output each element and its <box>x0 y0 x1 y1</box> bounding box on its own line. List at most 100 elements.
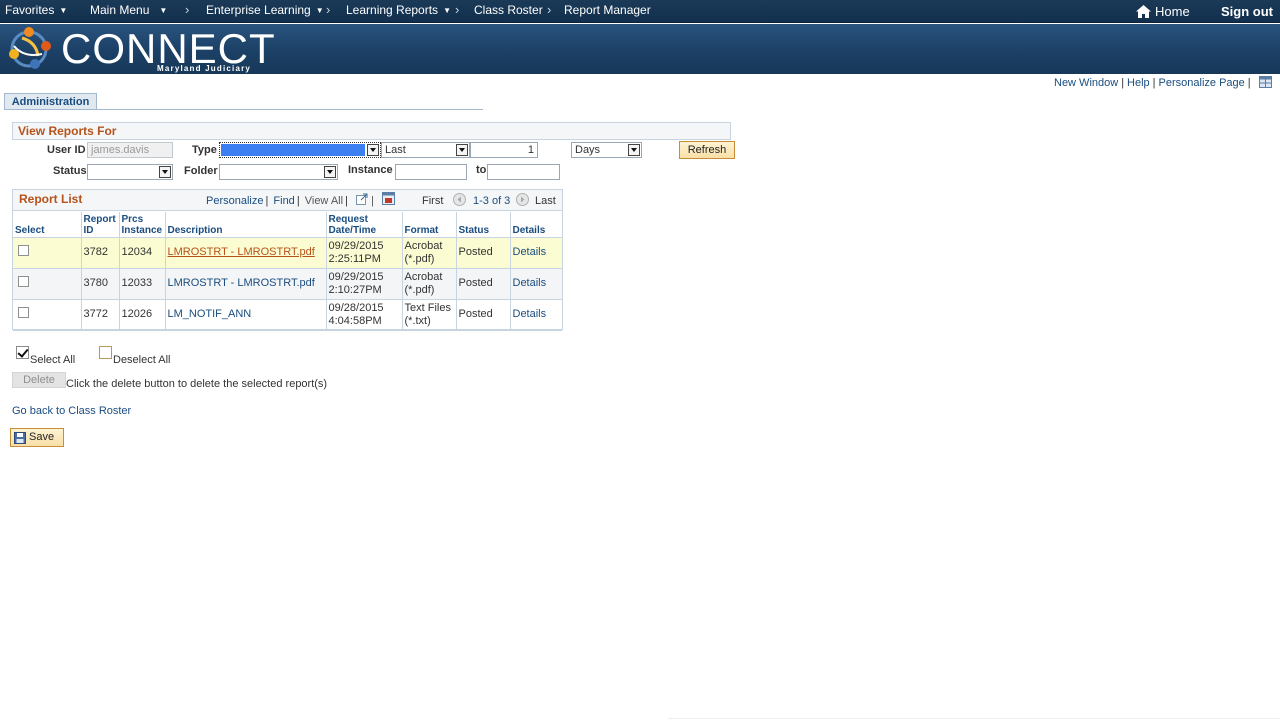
column-header-format: Format <box>402 212 457 238</box>
request-date-cell: 09/29/2015 2:25:11PM <box>326 237 403 269</box>
request-date: 09/28/2015 <box>328 301 384 314</box>
row-select-cell <box>13 268 82 300</box>
prcs-instance-cell: 12026 <box>119 299 166 331</box>
delete-button[interactable]: Delete <box>12 372 66 388</box>
details-cell: Details <box>510 299 562 331</box>
row-checkbox[interactable] <box>18 245 29 256</box>
chevron-down-icon: ▼ <box>59 6 68 15</box>
format-cell: Acrobat (*.pdf) <box>402 268 457 300</box>
dropdown-arrow-icon[interactable] <box>324 166 336 178</box>
report-description-link[interactable]: LMROSTRT - LMROSTRT.pdf <box>168 246 315 258</box>
main-menu[interactable]: Main Menu ▼ <box>90 3 167 17</box>
go-back-class-roster-link[interactable]: Go back to Class Roster <box>12 405 131 417</box>
grid-title: Report List <box>19 192 83 206</box>
folder-select[interactable] <box>219 164 338 180</box>
divider: | <box>1121 77 1125 89</box>
table-row: 3780 12033 LMROSTRT - LMROSTRT.pdf 09/29… <box>13 268 562 300</box>
last-value: Last <box>385 144 406 156</box>
refresh-button[interactable]: Refresh <box>679 141 735 159</box>
select-all-label[interactable]: Select All <box>30 354 75 366</box>
find-link[interactable]: Find <box>273 195 294 207</box>
report-description-link[interactable]: LM_NOTIF_ANN <box>168 308 252 320</box>
connect-logo-icon <box>9 27 51 69</box>
last-page-label: Last <box>535 195 556 207</box>
format-ext: (*.pdf) <box>404 252 435 265</box>
new-window-link[interactable]: New Window <box>1054 77 1118 89</box>
row-checkbox[interactable] <box>18 307 29 318</box>
unit-value: Days <box>575 144 601 156</box>
breadcrumb-report-manager[interactable]: Report Manager <box>564 3 651 17</box>
format-name: Acrobat <box>404 239 443 252</box>
home-label: Home <box>1155 4 1190 19</box>
delete-hint: Click the delete button to delete the se… <box>66 378 328 390</box>
banner: CONNECT Maryland Judiciary <box>0 24 1280 74</box>
row-select-cell <box>13 299 82 331</box>
format-name: Text Files <box>404 301 451 314</box>
request-date-cell: 09/29/2015 2:10:27PM <box>326 268 403 300</box>
select-all-checkbox[interactable] <box>16 346 29 359</box>
home-link[interactable]: Home <box>1136 4 1190 19</box>
save-button[interactable]: Save <box>10 428 64 447</box>
request-date: 09/29/2015 <box>328 270 384 283</box>
report-id-cell: 3782 <box>81 237 120 269</box>
zoom-grid-icon[interactable] <box>356 193 368 205</box>
last-select[interactable]: Last <box>381 142 470 158</box>
dropdown-arrow-icon[interactable] <box>456 144 468 156</box>
report-id-cell: 3780 <box>81 268 120 300</box>
details-link[interactable]: Details <box>513 246 547 258</box>
personalize-page-link[interactable]: Personalize Page <box>1159 77 1245 89</box>
download-excel-icon[interactable] <box>382 192 395 205</box>
chevron-down-icon: ▼ <box>159 6 168 15</box>
unit-select[interactable]: Days <box>571 142 642 158</box>
personalize-link[interactable]: Personalize <box>206 195 263 207</box>
report-id-cell: 3772 <box>81 299 120 331</box>
breadcrumb-class-roster[interactable]: Class Roster <box>474 3 543 17</box>
breadcrumb-enterprise-learning[interactable]: Enterprise Learning ▼ <box>206 3 324 17</box>
save-label: Save <box>29 431 55 443</box>
save-icon <box>14 432 26 444</box>
details-link[interactable]: Details <box>513 277 547 289</box>
report-description-link[interactable]: LMROSTRT - LMROSTRT.pdf <box>168 277 315 289</box>
row-select-cell <box>13 237 82 269</box>
next-page-icon[interactable] <box>516 193 529 206</box>
footer-divider <box>668 718 1280 719</box>
dropdown-arrow-icon[interactable] <box>159 166 171 178</box>
sign-out-link[interactable]: Sign out <box>1221 4 1273 19</box>
deselect-all-label[interactable]: Deselect All <box>113 354 170 366</box>
details-cell: Details <box>510 268 562 300</box>
chevron-right-icon: › <box>326 2 331 17</box>
tab-divider <box>4 109 483 110</box>
count-field[interactable]: 1 <box>470 142 538 158</box>
row-checkbox[interactable] <box>18 276 29 287</box>
format-ext: (*.pdf) <box>404 283 435 296</box>
type-select[interactable] <box>219 142 381 158</box>
page-grid-icon[interactable] <box>1259 76 1272 88</box>
table-row: 3782 12034 LMROSTRT - LMROSTRT.pdf 09/29… <box>13 237 562 269</box>
top-navigation-bar: Favorites ▼ Main Menu ▼ › Enterprise Learn… <box>0 0 1280 23</box>
tab-administration[interactable]: Administration <box>4 93 97 110</box>
favorites-menu[interactable]: Favorites ▼ <box>5 3 67 17</box>
details-cell: Details <box>510 237 562 269</box>
breadcrumb-label: Learning Reports <box>346 3 439 17</box>
chevron-right-icon: › <box>185 2 190 17</box>
dropdown-arrow-icon[interactable] <box>628 144 640 156</box>
instance-from-field[interactable] <box>395 164 467 180</box>
divider: | <box>1152 77 1156 89</box>
user-id-field: james.davis <box>87 142 173 158</box>
report-table: Select Report ID Prcs Instance Descripti… <box>13 212 562 331</box>
details-link[interactable]: Details <box>513 308 547 320</box>
type-label: Type <box>192 144 217 156</box>
breadcrumb-learning-reports[interactable]: Learning Reports ▼ <box>346 3 451 17</box>
dropdown-arrow-icon[interactable] <box>367 144 379 156</box>
instance-to-field[interactable] <box>487 164 560 180</box>
divider: | <box>345 195 348 207</box>
status-label: Status <box>53 165 87 177</box>
deselect-all-checkbox[interactable] <box>99 346 112 359</box>
view-all-link[interactable]: View All <box>305 195 343 207</box>
breadcrumb-label: Enterprise Learning <box>206 3 311 17</box>
help-link[interactable]: Help <box>1127 77 1150 89</box>
request-time: 4:04:58PM <box>328 314 382 327</box>
previous-page-icon[interactable] <box>453 193 466 206</box>
status-select[interactable] <box>87 164 173 180</box>
row-range: 1-3 of 3 <box>473 195 511 207</box>
